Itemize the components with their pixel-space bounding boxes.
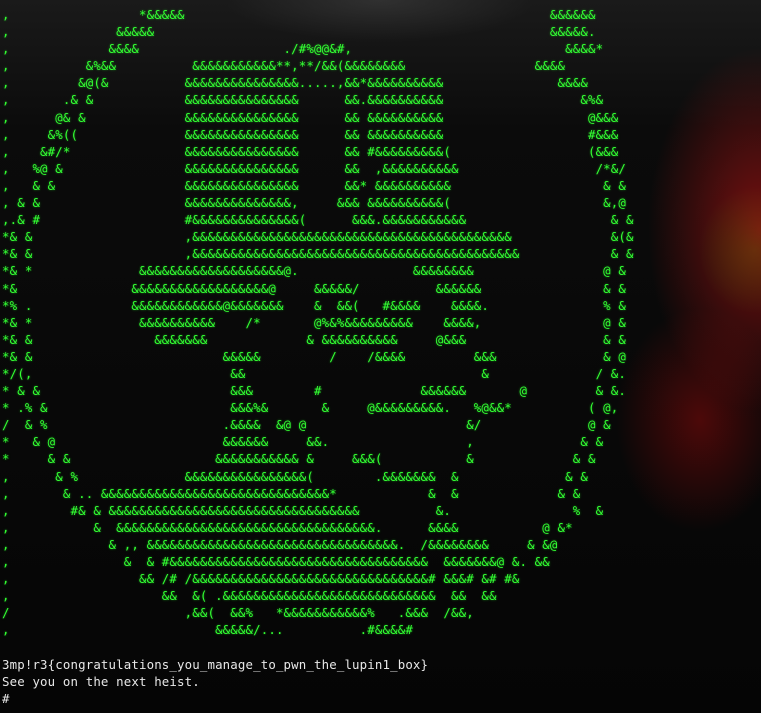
ascii-art-line: , &#/* &&&&&&&&&&&&&&& && #&&&&&&&&&( (&… <box>2 143 619 159</box>
ascii-art-line: * & @ &&&&&& &&. , & & <box>2 434 604 450</box>
ascii-art-line: *& & &&&&& / /&&&& &&& & @ <box>2 348 627 364</box>
ascii-art-line: , &&&&& &&&&&. <box>2 24 596 40</box>
ascii-art-line: , & ,, &&&&&&&&&&&&&&&&&&&&&&&&&&&&&&&&&… <box>2 536 558 552</box>
ascii-art-line: , & & &&&&&&&&&&&&&&& &&* &&&&&&&&&& & & <box>2 177 627 193</box>
ascii-art-line: , &%(( &&&&&&&&&&&&&&& && &&&&&&&&&& #&&… <box>2 126 619 142</box>
ascii-art-line: , & & &&&&&&&&&&&&&&, &&& &&&&&&&&&&( &,… <box>2 195 627 211</box>
ascii-art-lupin-logo: , *&&&&& &&&&&& , &&&&& &&&&&., &&&& ./#%… <box>2 6 634 656</box>
ascii-art-line: , & &&&&&&&&&&&&&&&&&&&&&&&&&&&&&&&&&&. … <box>2 519 573 535</box>
ascii-art-line: * & & &&& # &&&&&& @ & &. <box>2 383 627 399</box>
ascii-art-line: , &&&&&/... .#&&&&# <box>2 622 413 638</box>
message-line: See you on the next heist. <box>2 673 200 689</box>
flag-line: 3mp!r3{congratulations_you_manage_to_pwn… <box>2 656 429 672</box>
ascii-art-line: , #& & &&&&&&&&&&&&&&&&&&&&&&&&&&&&&&&&&… <box>2 502 604 518</box>
ascii-art-line: * .% & &&&%& & @&&&&&&&&&. %@&&* ( @, <box>2 400 619 416</box>
ascii-art-line: */(, && & / &. <box>2 365 627 381</box>
ascii-art-line: , & .. &&&&&&&&&&&&&&&&&&&&&&&&&&&&&&* &… <box>2 485 581 501</box>
ascii-art-line: , %@ & &&&&&&&&&&&&&&& && ,&&&&&&&&&& /*… <box>2 160 627 176</box>
ascii-art-line: , & & #&&&&&&&&&&&&&&&&&&&&&&&&&&&&&&&&&… <box>2 554 550 569</box>
ascii-art-line: , && &( .&&&&&&&&&&&&&&&&&&&&&&&&&&&& &&… <box>2 588 497 604</box>
ascii-art-line: *& & &&&&&&& & &&&&&&&&&& @&&& & & <box>2 331 627 347</box>
ascii-art-line: *& * &&&&&&&&&&&&&&&&&&&@. &&&&&&&& @ & <box>2 263 627 279</box>
ascii-art-line: *& * &&&&&&&&&& /* @%&%&&&&&&&&& &&&&, @… <box>2 314 627 330</box>
ascii-art-line: , & % &&&&&&&&&&&&&&&&( .&&&&&&& & & & <box>2 468 588 484</box>
ascii-art-line: , *&&&&& &&&&&& <box>2 7 596 22</box>
ascii-art-line: *& &&&&&&&&&&&&&&&&&&@ &&&&&/ &&&&&& & & <box>2 280 627 296</box>
ascii-art-line: *% . &&&&&&&&&&&&@&&&&&&& & &&( #&&&& &&… <box>2 297 627 313</box>
ascii-art-line: , .& & &&&&&&&&&&&&&&& &&.&&&&&&&&&& &%& <box>2 92 604 108</box>
ascii-art-line: , && /# /&&&&&&&&&&&&&&&&&&&&&&&&&&&&&&&… <box>2 571 520 587</box>
ascii-art-line: , &&&& ./#%@@&#, &&&&* <box>2 41 604 57</box>
terminal-output[interactable]: , *&&&&& &&&&&& , &&&&& &&&&&., &&&& ./#%… <box>2 6 634 707</box>
ascii-art-line: , &%&& &&&&&&&&&&&**,**/&&(&&&&&&&& &&&& <box>2 58 566 74</box>
ascii-art-line: * & & &&&&&&&&&&& & &&&( & & & <box>2 451 596 467</box>
ascii-art-line: *& & ,&&&&&&&&&&&&&&&&&&&&&&&&&&&&&&&&&&… <box>2 246 634 262</box>
ascii-art-line: , @& & &&&&&&&&&&&&&&& && &&&&&&&&&& @&&… <box>2 109 619 125</box>
ascii-art-line: / ,&&( &&% *&&&&&&&&&&&% .&&& /&&, <box>2 605 474 621</box>
shell-prompt[interactable]: # <box>2 690 634 707</box>
ascii-art-line: ,.& # #&&&&&&&&&&&&&&( &&&.&&&&&&&&&&& &… <box>2 212 634 228</box>
ascii-art-line: / & % .&&&& &@ @ &/ @ & <box>2 417 611 433</box>
ascii-art-line: *& & ,&&&&&&&&&&&&&&&&&&&&&&&&&&&&&&&&&&… <box>2 229 634 245</box>
ascii-art-line: , &@(& &&&&&&&&&&&&&&&.....,&&*&&&&&&&&&… <box>2 75 588 91</box>
